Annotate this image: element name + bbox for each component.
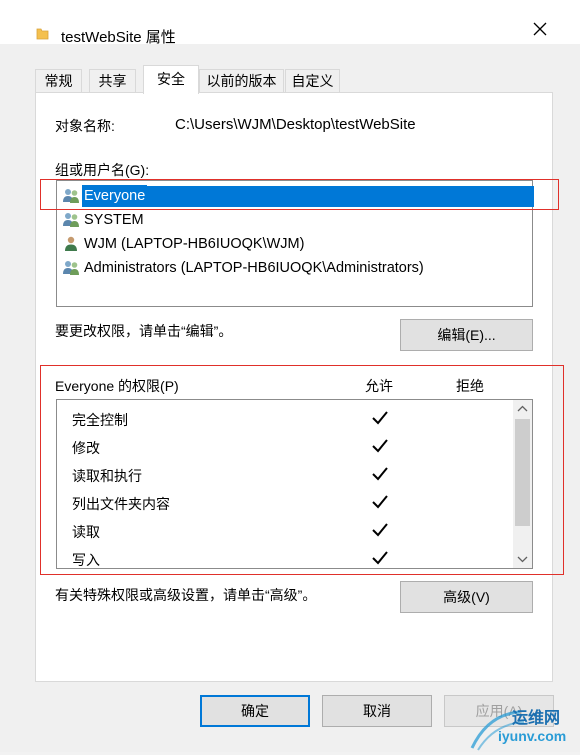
- user-group-icon: [63, 189, 79, 203]
- user-icon: [65, 236, 77, 251]
- object-name-label: 对象名称:: [55, 118, 115, 134]
- user-name: Everyone: [82, 185, 148, 207]
- cancel-button[interactable]: 取消: [322, 695, 432, 727]
- close-icon: [533, 22, 547, 36]
- chevron-down-icon: [517, 556, 528, 563]
- advanced-hint: 有关特殊权限或高级设置，请单击“高级”。: [55, 587, 317, 603]
- tab-sharing[interactable]: 共享: [89, 69, 136, 92]
- ok-button[interactable]: 确定: [200, 695, 310, 727]
- object-name-value: C:\Users\WJM\Desktop\testWebSite: [175, 116, 416, 133]
- permission-row: 修改: [57, 433, 513, 461]
- permission-row: 读取和执行: [57, 461, 513, 489]
- scroll-down-button[interactable]: [513, 550, 532, 568]
- check-icon: [372, 467, 388, 481]
- close-button[interactable]: [518, 14, 564, 44]
- list-item[interactable]: SYSTEM: [61, 209, 528, 231]
- user-group-icon: [63, 261, 79, 275]
- list-item[interactable]: Everyone: [61, 185, 534, 207]
- tab-customize[interactable]: 自定义: [285, 69, 340, 92]
- edit-hint: 要更改权限，请单击“编辑”。: [55, 323, 233, 339]
- check-icon: [372, 495, 388, 509]
- permissions-scrollbar[interactable]: [513, 400, 532, 568]
- permission-row: 完全控制: [57, 405, 513, 433]
- user-name: WJM (LAPTOP-HB6IUOQK\WJM): [84, 236, 305, 252]
- title-bar: testWebSite 属性: [0, 0, 580, 46]
- permission-row: 读取: [57, 517, 513, 545]
- permission-name: 读取: [72, 524, 100, 540]
- check-icon: [372, 411, 388, 425]
- check-icon: [372, 439, 388, 453]
- permission-row: 列出文件夹内容: [57, 489, 513, 517]
- list-item[interactable]: Administrators (LAPTOP-HB6IUOQK\Administ…: [61, 257, 528, 279]
- users-listbox[interactable]: Everyone SYSTEM WJM (LAPTOP-HB6IUOQK\WJM…: [56, 180, 534, 307]
- user-name: SYSTEM: [84, 212, 144, 228]
- permission-name: 写入: [72, 552, 100, 568]
- tab-general[interactable]: 常规: [35, 69, 82, 92]
- advanced-button[interactable]: 高级(V): [400, 581, 533, 613]
- list-item[interactable]: WJM (LAPTOP-HB6IUOQK\WJM): [61, 233, 528, 255]
- edit-button[interactable]: 编辑(E)...: [400, 319, 533, 351]
- permission-row: 写入: [57, 545, 513, 568]
- chevron-up-icon: [517, 405, 528, 412]
- properties-dialog: testWebSite 属性 常规 共享 安全 以前的版本 自定义 对象名称: …: [0, 0, 580, 752]
- user-group-icon: [63, 213, 79, 227]
- user-name: Administrators (LAPTOP-HB6IUOQK\Administ…: [84, 260, 424, 276]
- window-title: testWebSite 属性: [61, 29, 176, 46]
- permission-name: 列出文件夹内容: [72, 496, 170, 512]
- groups-label: 组或用户名(G):: [55, 162, 150, 178]
- scroll-thumb[interactable]: [515, 419, 530, 526]
- permission-name: 完全控制: [72, 412, 128, 428]
- permissions-list[interactable]: 完全控制 修改 读取和执行 列出文件夹内容 读取 写入: [56, 399, 533, 569]
- deny-header: 拒绝: [456, 378, 484, 394]
- watermark-url: iyunv.com: [498, 728, 567, 744]
- watermark: 运维网 iyunv.com: [468, 700, 580, 752]
- tab-security[interactable]: 安全: [143, 65, 199, 94]
- folder-icon: [36, 28, 49, 40]
- check-icon: [372, 551, 388, 565]
- permission-name: 读取和执行: [72, 468, 142, 484]
- allow-header: 允许: [365, 378, 393, 394]
- check-icon: [372, 523, 388, 537]
- tab-previous-versions[interactable]: 以前的版本: [199, 69, 284, 92]
- watermark-text: 运维网: [512, 710, 561, 727]
- scroll-up-button[interactable]: [513, 400, 532, 418]
- permission-name: 修改: [72, 440, 100, 456]
- security-panel: 对象名称: C:\Users\WJM\Desktop\testWebSite 组…: [35, 92, 553, 682]
- permissions-label: Everyone 的权限(P): [55, 378, 179, 394]
